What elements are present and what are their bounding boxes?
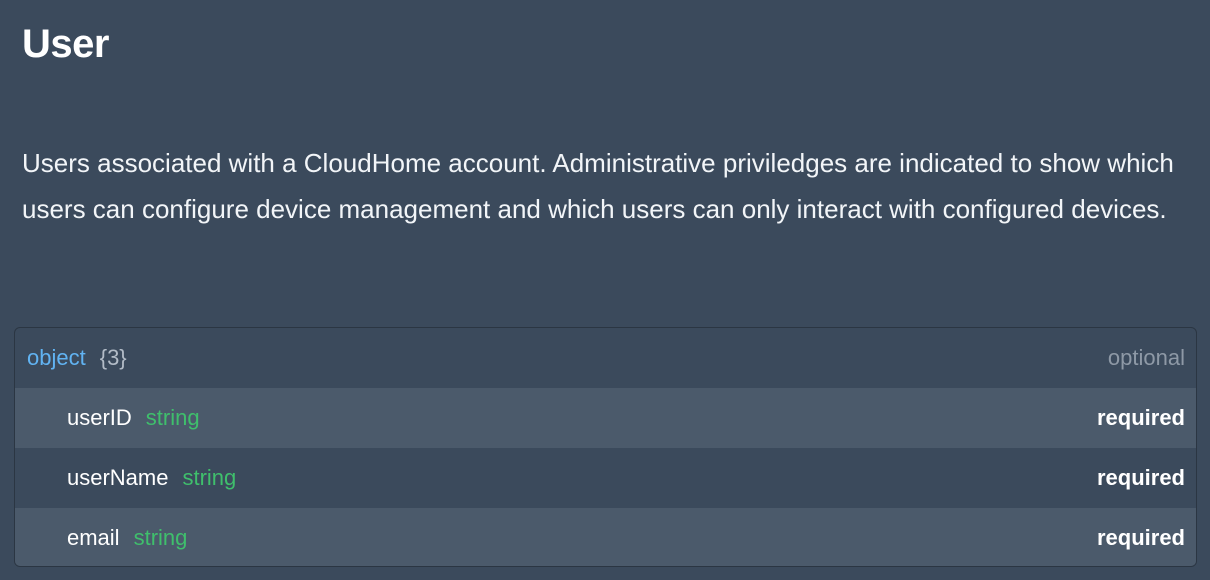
property-name: userID [67, 405, 132, 430]
model-description: Users associated with a CloudHome accoun… [22, 148, 1174, 224]
property-row-username[interactable]: userName string required [15, 448, 1196, 508]
property-group: email string [67, 525, 187, 551]
property-group: userID string [67, 405, 200, 431]
required-badge: required [1096, 405, 1185, 430]
schema-type-label: object [27, 345, 86, 370]
property-type: string [133, 525, 188, 550]
property-type: string [145, 405, 200, 430]
property-row-userid[interactable]: userID string required [15, 388, 1196, 448]
property-name: email [67, 525, 120, 550]
property-name: userName [67, 465, 169, 490]
property-count: {3} [99, 345, 127, 370]
schema-header-row[interactable]: object {3} optional [15, 328, 1196, 388]
optional-badge: optional [1107, 345, 1185, 370]
required-badge: required [1096, 525, 1185, 550]
property-row-email[interactable]: email string required [15, 508, 1196, 566]
property-group: userName string [67, 465, 236, 491]
schema-type-group: object {3} [27, 345, 127, 371]
required-badge: required [1096, 465, 1185, 490]
property-type: string [182, 465, 237, 490]
page-title: User [22, 22, 109, 66]
schema-panel: object {3} optional userID string requir… [14, 327, 1197, 567]
